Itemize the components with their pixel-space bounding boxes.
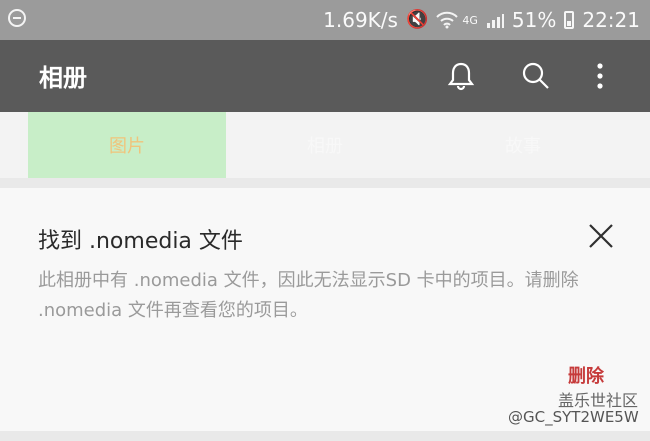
network-type: 4G (462, 13, 478, 27)
close-icon[interactable] (585, 220, 617, 252)
battery-percent: 51% (511, 8, 557, 32)
net-speed: 1.69K/s (323, 8, 398, 32)
app-bar: 相册 (0, 40, 650, 112)
tab-albums[interactable]: 相册 (226, 112, 424, 178)
search-icon[interactable] (520, 60, 552, 92)
delete-button[interactable]: 删除 (568, 362, 604, 388)
tab-stories-label: 故事 (505, 136, 541, 157)
nomedia-dialog: 找到 .nomedia 文件 此相册中有 .nomedia 文件，因此无法显示S… (0, 188, 650, 431)
bell-icon[interactable] (445, 60, 477, 92)
signal-icon (486, 14, 504, 28)
dialog-title: 找到 .nomedia 文件 (38, 229, 243, 254)
wifi-icon (436, 11, 459, 29)
minus-circle-icon (8, 9, 26, 27)
status-bar: 1.69K/s 🔇 4G 51% 22:21 (0, 0, 650, 40)
status-right: 1.69K/s 🔇 4G 51% 22:21 (323, 6, 640, 34)
mute-icon: 🔇 (405, 9, 429, 30)
battery-icon (564, 11, 575, 29)
clock: 22:21 (582, 8, 640, 32)
tab-bar: 图片 相册 故事 (0, 112, 650, 178)
tab-photos[interactable]: 图片 (28, 112, 226, 178)
watermark-user: @GC_SYT2WE5W (508, 408, 639, 426)
page-title: 相册 (39, 64, 87, 92)
more-vert-icon[interactable] (584, 60, 616, 92)
tab-albums-label: 相册 (307, 136, 343, 157)
tab-stories[interactable]: 故事 (424, 112, 622, 178)
tab-photos-label: 图片 (109, 136, 145, 157)
dialog-message: 此相册中有 .nomedia 文件，因此无法显示SD 卡中的项目。请删除 .no… (38, 270, 579, 321)
